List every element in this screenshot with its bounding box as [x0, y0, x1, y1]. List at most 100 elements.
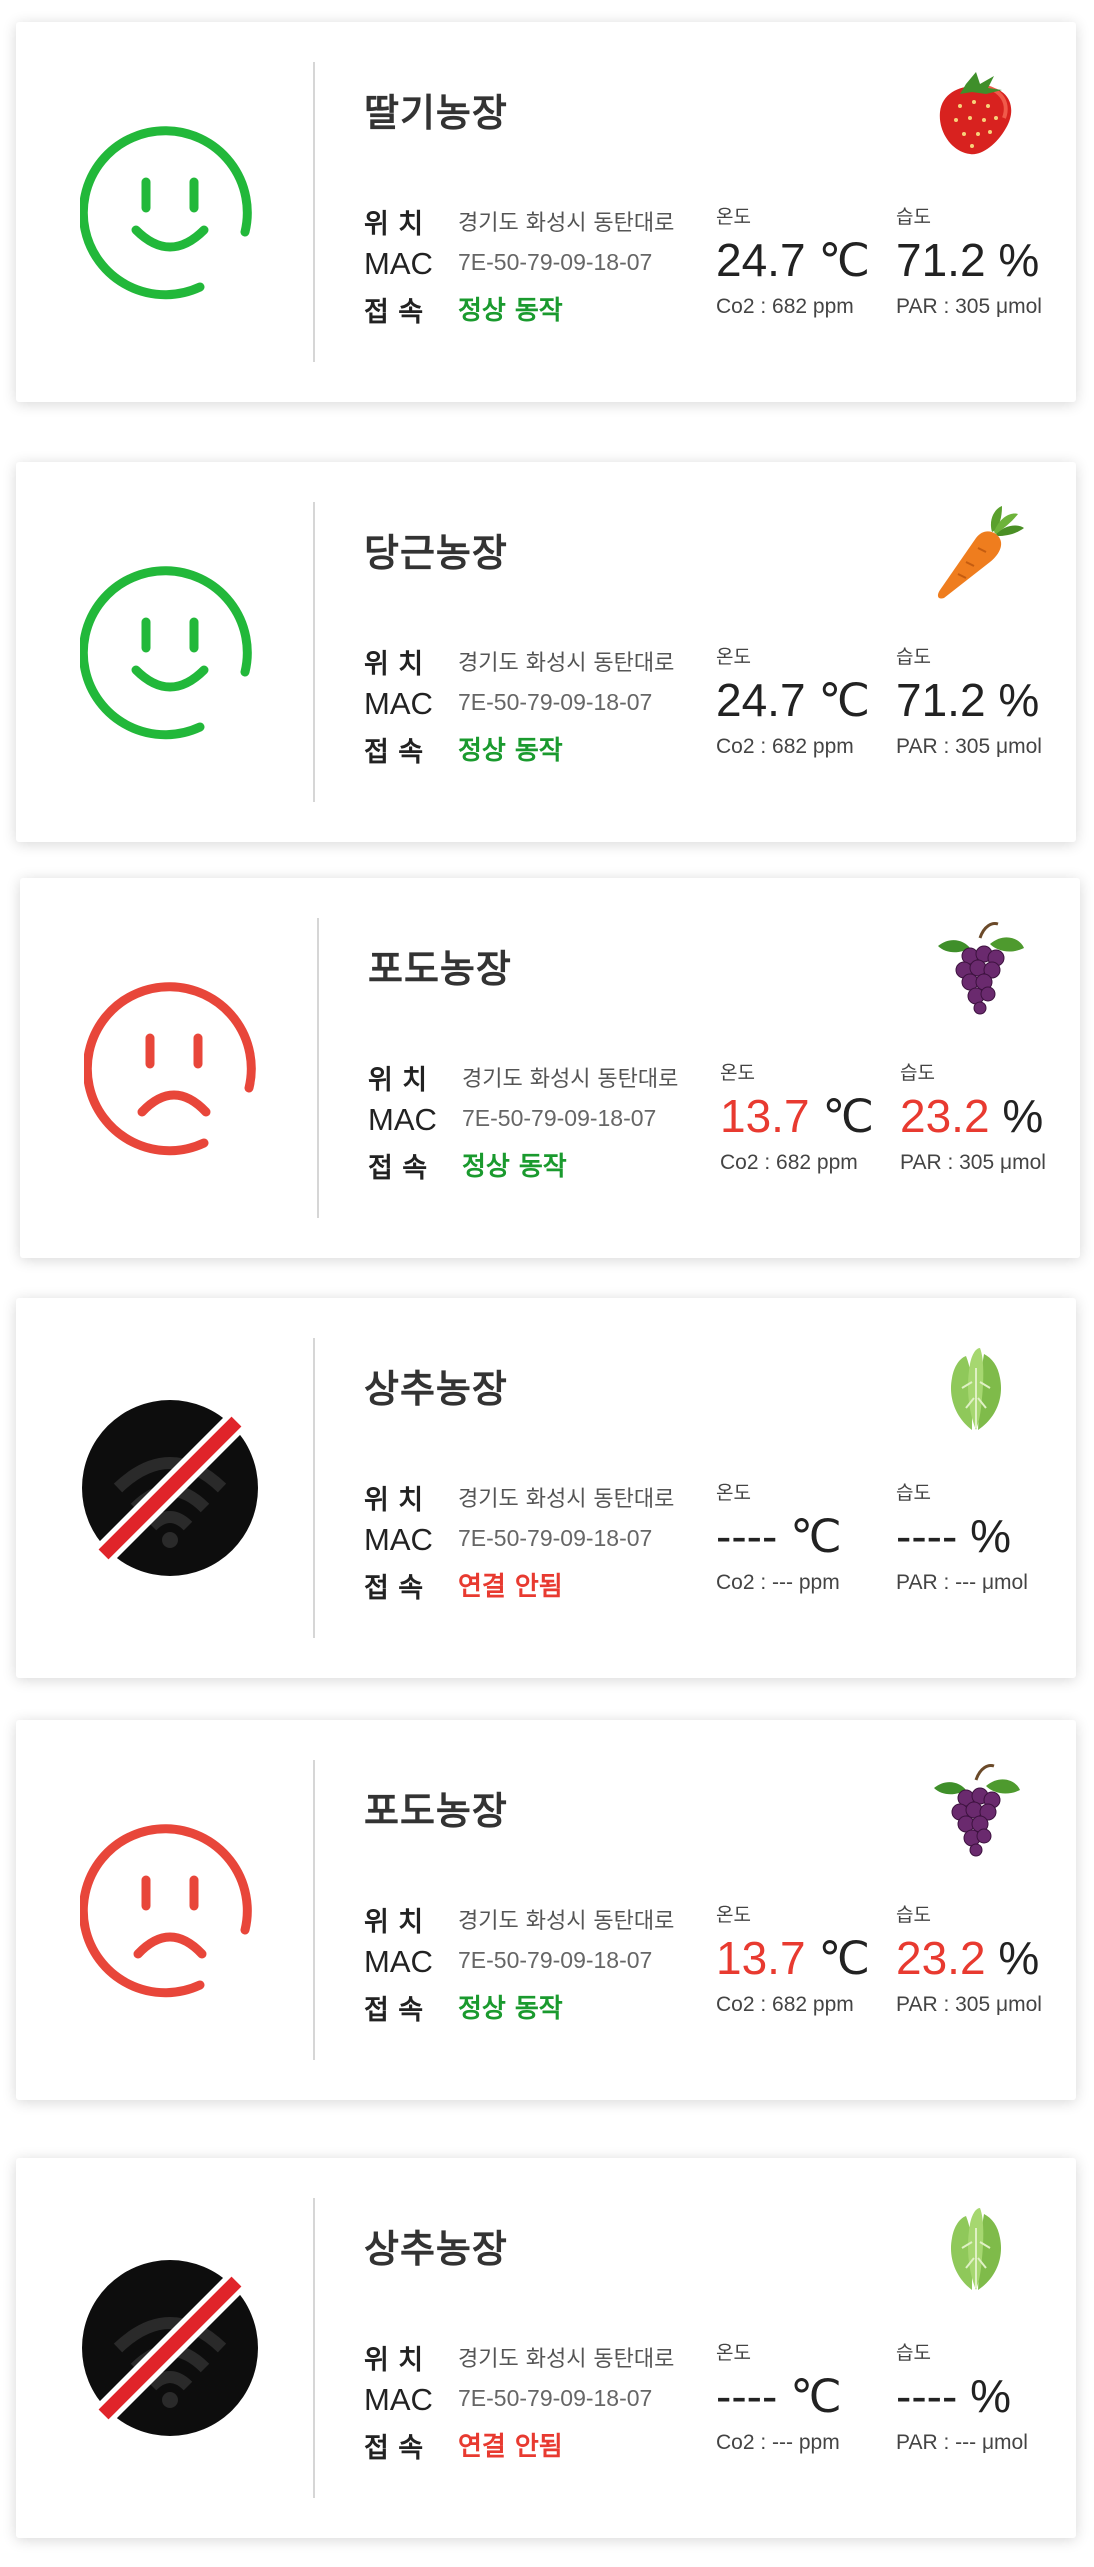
- happy-face-icon: [80, 122, 260, 302]
- temperature-reading: 24.7 ℃: [716, 673, 916, 727]
- farm-name: 딸기농장: [364, 91, 508, 135]
- divider: [313, 62, 315, 362]
- mac-label: MAC: [364, 1522, 433, 1557]
- humidity-panel: 습도 23.2 % PAR : 305 μmol: [896, 1900, 1094, 2017]
- temperature-value: 24.7: [716, 674, 806, 726]
- temperature-label: 온도: [716, 1904, 751, 1926]
- farm-card[interactable]: 상추농장 위 치 경기도 화성시 동탄대로 MAC 7E-50-79-09-18…: [16, 1298, 1076, 1678]
- temperature-unit: ℃: [818, 674, 870, 726]
- humidity-panel: 습도 71.2 % PAR : 305 μmol: [896, 202, 1094, 319]
- temperature-value: 13.7: [716, 1932, 806, 1984]
- farm-card[interactable]: 딸기농장 위 치 경기도 화성시 동탄대로 MAC 7E-50-79-09-18…: [16, 22, 1076, 402]
- mac-value: 7E-50-79-09-18-07: [462, 1105, 657, 1131]
- location-label: 위 치: [364, 649, 424, 680]
- mac-value: 7E-50-79-09-18-07: [458, 249, 653, 275]
- co2-reading: Co2 : 682 ppm: [716, 735, 854, 758]
- co2-reading: Co2 : 682 ppm: [716, 295, 854, 318]
- temperature-panel: 온도 13.7 ℃ Co2 : 682 ppm: [716, 1900, 916, 2017]
- temperature-unit: ℃: [790, 2370, 842, 2422]
- lettuce-icon: [926, 2198, 1026, 2298]
- wifi-off-icon: [80, 2258, 260, 2438]
- co2-reading: Co2 : 682 ppm: [720, 1151, 858, 1174]
- temperature-reading: ---- ℃: [716, 1509, 916, 1563]
- temperature-label: 온도: [716, 646, 751, 668]
- temperature-reading: 13.7 ℃: [716, 1931, 916, 1985]
- humidity-reading: 23.2 %: [900, 1089, 1094, 1143]
- temperature-label: 온도: [716, 2342, 751, 2364]
- location-value: 경기도 화성시 동탄대로: [462, 1067, 679, 1092]
- connection-label: 접 속: [364, 2433, 424, 2464]
- divider: [313, 1338, 315, 1638]
- location-label: 위 치: [364, 1485, 424, 1516]
- temperature-unit: ℃: [818, 234, 870, 286]
- humidity-reading: 71.2 %: [896, 673, 1094, 727]
- connection-label: 접 속: [368, 1153, 428, 1184]
- connection-status: 정상 동작: [458, 296, 563, 326]
- temperature-panel: 온도 24.7 ℃ Co2 : 682 ppm: [716, 202, 916, 319]
- connection-label: 접 속: [364, 1995, 424, 2026]
- humidity-reading: 71.2 %: [896, 233, 1094, 287]
- temperature-panel: 온도 ---- ℃ Co2 : --- ppm: [716, 1478, 916, 1595]
- lettuce-icon: [926, 1338, 1026, 1438]
- grape-icon: [926, 1760, 1026, 1860]
- temperature-reading: 24.7 ℃: [716, 233, 916, 287]
- humidity-value: ----: [896, 1510, 958, 1562]
- humidity-reading: ---- %: [896, 2369, 1094, 2423]
- temperature-label: 온도: [716, 1482, 751, 1504]
- mac-value: 7E-50-79-09-18-07: [458, 689, 653, 715]
- temperature-label: 온도: [720, 1062, 755, 1084]
- location-label: 위 치: [368, 1065, 428, 1096]
- humidity-panel: 습도 ---- % PAR : --- μmol: [896, 1478, 1094, 1595]
- humidity-label: 습도: [896, 1904, 931, 1926]
- divider: [313, 2198, 315, 2498]
- mac-label: MAC: [364, 246, 433, 281]
- mac-label: MAC: [364, 686, 433, 721]
- wifi-off-icon: [80, 1398, 260, 1578]
- mac-label: MAC: [364, 1944, 433, 1979]
- sad-face-icon: [80, 1820, 260, 2000]
- mac-value: 7E-50-79-09-18-07: [458, 1947, 653, 1973]
- humidity-label: 습도: [896, 1482, 931, 1504]
- farm-card[interactable]: 당근농장 위 치 경기도 화성시 동탄대로 MAC 7E-50-79-09-18…: [16, 462, 1076, 842]
- location-label: 위 치: [364, 2345, 424, 2376]
- temperature-unit: ℃: [790, 1510, 842, 1562]
- mac-label: MAC: [364, 2382, 433, 2417]
- divider: [317, 918, 319, 1218]
- farm-name: 상추농장: [364, 1367, 508, 1411]
- grape-icon: [930, 918, 1030, 1018]
- temperature-label: 온도: [716, 206, 751, 228]
- sad-face-icon: [84, 978, 264, 1158]
- location-value: 경기도 화성시 동탄대로: [458, 2347, 675, 2372]
- humidity-label: 습도: [896, 2342, 931, 2364]
- divider: [313, 1760, 315, 2060]
- farm-card[interactable]: 포도농장 위 치 경기도 화성시 동탄대로 MAC 7E-50-79-09-18…: [20, 878, 1080, 1258]
- location-value: 경기도 화성시 동탄대로: [458, 1909, 675, 1934]
- connection-status: 연결 안됨: [458, 2432, 563, 2462]
- mac-value: 7E-50-79-09-18-07: [458, 1525, 653, 1551]
- location-label: 위 치: [364, 1907, 424, 1938]
- temperature-unit: ℃: [822, 1090, 874, 1142]
- connection-status: 정상 동작: [458, 1994, 563, 2024]
- connection-status: 정상 동작: [462, 1152, 567, 1182]
- co2-reading: Co2 : --- ppm: [716, 2431, 840, 2454]
- connection-label: 접 속: [364, 737, 424, 768]
- humidity-value: 23.2: [896, 1932, 986, 1984]
- temperature-value: 13.7: [720, 1090, 810, 1142]
- par-reading: PAR : 305 μmol: [900, 1151, 1046, 1174]
- humidity-value: ----: [896, 2370, 958, 2422]
- humidity-label: 습도: [896, 646, 931, 668]
- location-label: 위 치: [364, 209, 424, 240]
- co2-reading: Co2 : --- ppm: [716, 1571, 840, 1594]
- farm-card[interactable]: 포도농장 위 치 경기도 화성시 동탄대로 MAC 7E-50-79-09-18…: [16, 1720, 1076, 2100]
- connection-status: 연결 안됨: [458, 1572, 563, 1602]
- par-reading: PAR : 305 μmol: [896, 735, 1042, 758]
- temperature-reading: ---- ℃: [716, 2369, 916, 2423]
- humidity-panel: 습도 ---- % PAR : --- μmol: [896, 2338, 1094, 2455]
- farm-card[interactable]: 상추농장 위 치 경기도 화성시 동탄대로 MAC 7E-50-79-09-18…: [16, 2158, 1076, 2538]
- par-reading: PAR : 305 μmol: [896, 295, 1042, 318]
- humidity-unit: %: [998, 1932, 1040, 1984]
- strawberry-icon: [926, 62, 1026, 162]
- humidity-panel: 습도 23.2 % PAR : 305 μmol: [900, 1058, 1094, 1175]
- humidity-reading: 23.2 %: [896, 1931, 1094, 1985]
- carrot-icon: [926, 502, 1026, 602]
